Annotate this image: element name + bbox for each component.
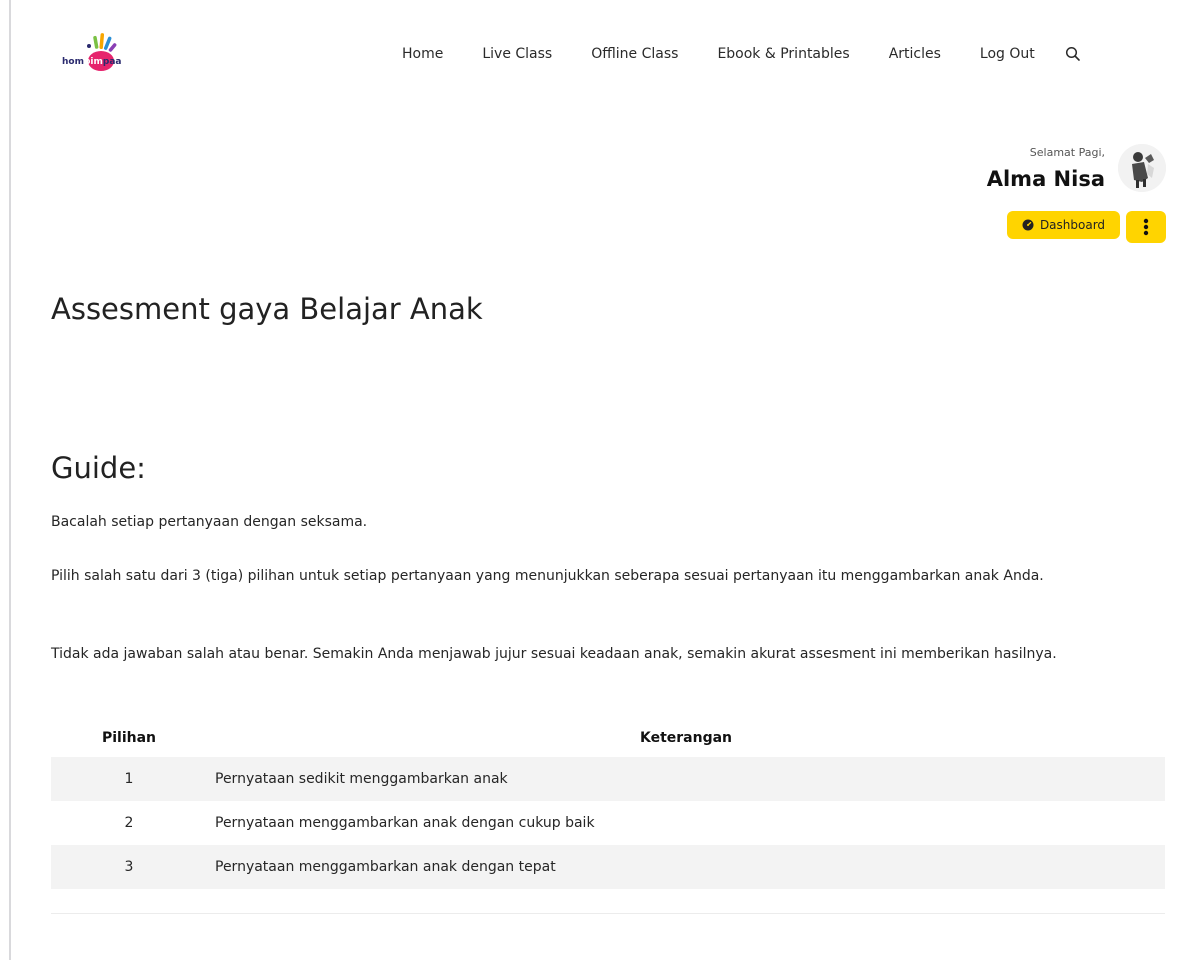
nav-articles[interactable]: Articles <box>889 46 941 62</box>
choice-description: Pernyataan sedikit menggambarkan anak <box>207 757 1165 801</box>
section-divider <box>51 913 1165 914</box>
dashboard-button[interactable]: Dashboard <box>1007 211 1120 239</box>
logo-wordmark: hompimpaa <box>62 57 122 67</box>
hand-print-logo-icon <box>87 33 117 71</box>
nav-ebook-printables[interactable]: Ebook & Printables <box>717 46 849 62</box>
guide-paragraph-1: Bacalah setiap pertanyaan dengan seksama… <box>51 514 368 530</box>
column-header-description: Keterangan <box>639 729 733 746</box>
dashboard-gauge-icon <box>1022 219 1034 231</box>
greeting-text: Selamat Pagi, <box>1029 146 1105 159</box>
choice-number: 2 <box>124 815 134 831</box>
guide-heading: Guide: <box>51 451 146 485</box>
table-row: 3 Pernyataan menggambarkan anak dengan t… <box>51 845 1165 889</box>
choice-description: Pernyataan menggambarkan anak dengan tep… <box>207 845 1165 889</box>
dashboard-label: Dashboard <box>1039 218 1106 232</box>
table-header-row: Pilihan Keterangan <box>51 718 1165 757</box>
avatar[interactable] <box>1118 144 1166 192</box>
choices-table: Pilihan Keterangan 1 Pernyataan sedikit … <box>51 718 1165 889</box>
nav-offline-class[interactable]: Offline Class <box>591 46 678 62</box>
choice-number: 1 <box>51 757 207 801</box>
guide-paragraph-3: Tidak ada jawaban salah atau benar. Sema… <box>51 646 1057 662</box>
vertical-dots-icon <box>1143 218 1149 236</box>
main-nav: Home Live Class Offline Class Ebook & Pr… <box>402 44 1081 64</box>
choice-number: 3 <box>51 845 207 889</box>
user-name: Alma Nisa <box>986 167 1105 191</box>
search-icon[interactable] <box>1065 46 1081 62</box>
more-options-button[interactable] <box>1126 211 1166 243</box>
guide-paragraph-2: Pilih salah satu dari 3 (tiga) pilihan u… <box>51 568 1044 584</box>
page-title: Assesment gaya Belajar Anak <box>51 292 483 326</box>
brand-logo[interactable]: hompimpaa <box>58 30 142 78</box>
nav-home[interactable]: Home <box>402 46 443 62</box>
column-header-choice: Pilihan <box>101 729 157 746</box>
page: hompimpaa Home Live Class Offline Class … <box>0 0 1188 960</box>
nav-log-out[interactable]: Log Out <box>980 46 1035 62</box>
left-border <box>9 0 11 960</box>
table-row: 2 Pernyataan menggambarkan anak dengan c… <box>51 801 1165 845</box>
table-row: 1 Pernyataan sedikit menggambarkan anak <box>51 757 1165 801</box>
nav-live-class[interactable]: Live Class <box>482 46 552 62</box>
choice-description: Pernyataan menggambarkan anak dengan cuk… <box>215 815 595 831</box>
avatar-photo-icon <box>1118 144 1166 192</box>
